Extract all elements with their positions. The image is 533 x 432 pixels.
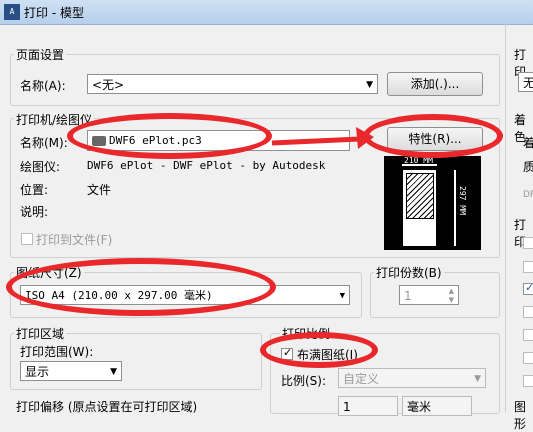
shaded-sub1: 着: [523, 136, 533, 150]
copies-label: 打印份数(B): [374, 264, 444, 281]
printable-area: [406, 173, 434, 219]
chevron-down-icon: ▼: [339, 291, 345, 301]
option-checkbox[interactable]: [523, 261, 533, 273]
check-icon: ✓: [525, 281, 533, 294]
plot-offset-label: 打印偏移 (原点设置在可打印区域): [14, 398, 200, 415]
option-checkbox[interactable]: [523, 352, 533, 364]
plotter-label: 绘图仪:: [20, 160, 61, 174]
stepper-arrows-icon: ▲ ▼: [448, 287, 454, 304]
scale-value: 自定义: [343, 372, 380, 386]
plotter-value: DWF6 ePlot - DWF ePlot - by Autodesk: [87, 159, 326, 172]
orientation-label: 图形: [514, 400, 527, 431]
page-setup-name-label: 名称(A):: [20, 79, 66, 93]
description-label: 说明:: [20, 205, 49, 219]
scale-select[interactable]: 自定义 ▼: [338, 368, 486, 388]
window-title: 打印 - 模型: [24, 6, 84, 20]
shaded-sub2: 质: [523, 160, 533, 174]
page-setup-name-select[interactable]: <无> ▼: [87, 74, 378, 94]
annotation-ellipse-paper-size: [6, 258, 276, 316]
units-input[interactable]: 1: [338, 396, 398, 416]
page-setup-name-value: <无>: [92, 78, 125, 92]
preview-height-label: 297 MM: [458, 186, 467, 215]
option-checkbox[interactable]: [523, 306, 533, 318]
print-style-value: 无: [523, 76, 533, 90]
height-dimension-line: [454, 170, 456, 246]
copies-value: 1: [404, 289, 412, 303]
annotation-ellipse-properties: [363, 114, 503, 158]
chevron-down-icon: ▼: [110, 367, 117, 377]
paper-preview: 210 MM 297 MM: [384, 156, 481, 250]
plot-range-label: 打印范围(W):: [20, 345, 94, 359]
chevron-down-icon: ▼: [474, 374, 481, 384]
print-to-file-label: 打印到文件(F): [36, 233, 113, 247]
location-value: 文件: [87, 183, 112, 197]
units-select[interactable]: 毫米: [402, 396, 472, 416]
option-checkbox[interactable]: [523, 375, 533, 387]
preview-paper: [403, 170, 436, 246]
annotation-ellipse-printer: [67, 113, 272, 159]
app-icon: A: [4, 4, 20, 20]
location-label: 位置:: [20, 183, 49, 197]
option-checkbox[interactable]: ✓: [523, 281, 533, 295]
copies-stepper[interactable]: 1 ▲ ▼: [399, 285, 459, 305]
scale-label: 比例(S):: [281, 374, 327, 388]
plot-area-label: 打印区域: [14, 325, 67, 342]
plot-range-select[interactable]: 显示 ▼: [20, 361, 122, 381]
shaded-sub3: DF: [523, 190, 533, 200]
printer-name-label: 名称(M):: [20, 136, 68, 150]
plot-range-value: 显示: [25, 365, 50, 379]
add-button[interactable]: 添加(.)...: [387, 72, 483, 96]
chevron-down-icon: ▼: [366, 80, 373, 90]
option-checkbox[interactable]: [523, 329, 533, 341]
page-setup-label: 页面设置: [14, 46, 67, 63]
annotation-ellipse-fit-paper: [260, 332, 378, 368]
print-to-file-checkbox[interactable]: [21, 233, 33, 245]
option-checkbox[interactable]: [523, 237, 533, 249]
print-style-select[interactable]: 无: [518, 72, 533, 92]
annotation-arrow: [271, 127, 374, 149]
